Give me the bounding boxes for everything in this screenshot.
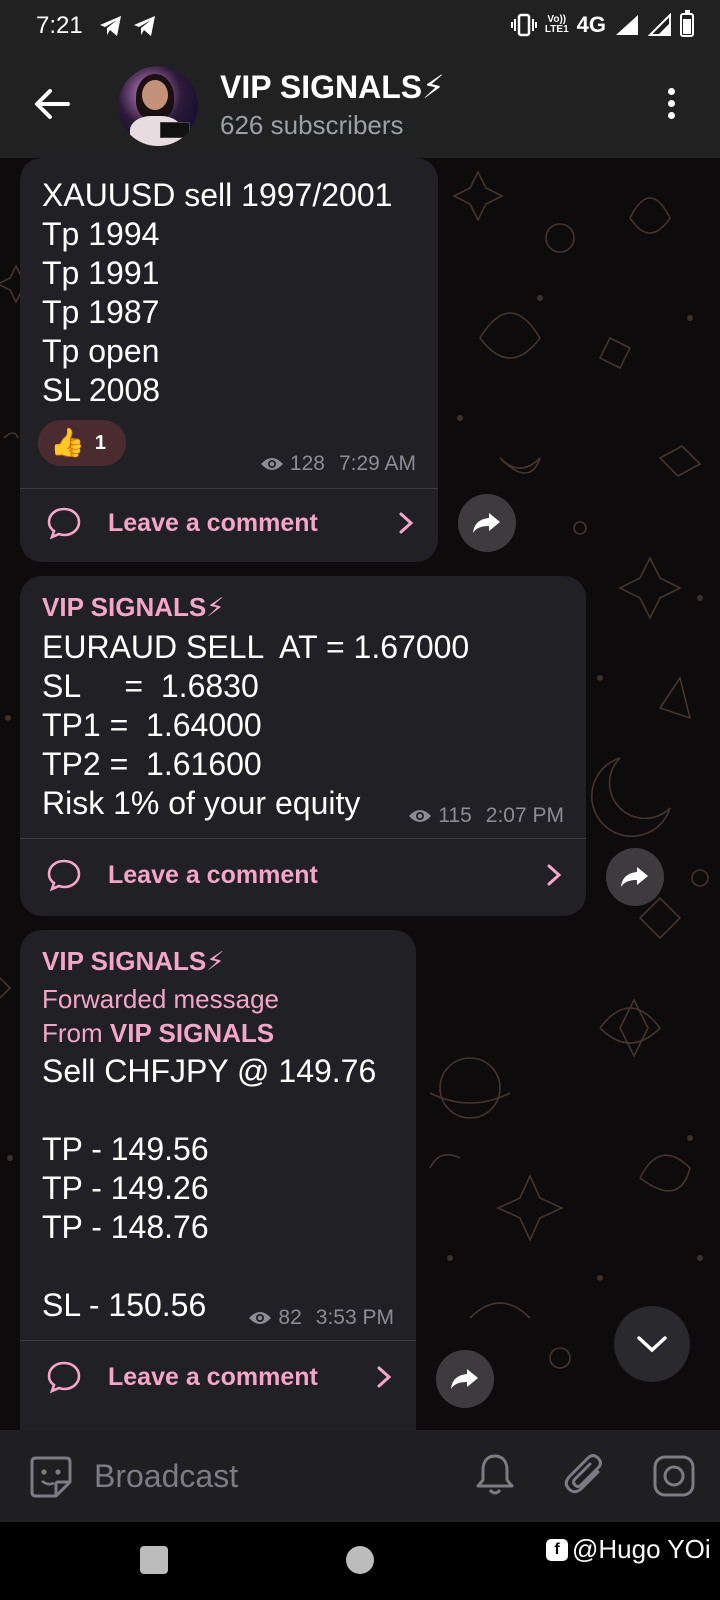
paperclip-icon[interactable] — [562, 1452, 608, 1498]
camera-icon[interactable] — [652, 1454, 696, 1498]
chevron-right-icon — [399, 512, 414, 534]
comment-icon — [47, 859, 81, 892]
forwarded-from[interactable]: From VIP SIGNALS — [42, 1016, 274, 1050]
divider — [20, 488, 438, 489]
home-button[interactable] — [346, 1546, 374, 1574]
chevron-down-icon — [637, 1336, 667, 1353]
back-arrow-icon[interactable] — [30, 82, 74, 126]
telegram-icon — [134, 16, 155, 36]
share-button[interactable] — [606, 848, 664, 906]
message-bubble[interactable]: VIP SIGNALS⚡ Forwarded message From VIP … — [20, 930, 416, 1430]
subscriber-count: 626 subscribers — [220, 110, 404, 140]
message-bubble[interactable]: XAUUSD sell 1997/2001 Tp 1994 Tp 1991 Tp… — [20, 158, 438, 562]
chevron-right-icon — [547, 864, 562, 886]
channel-avatar[interactable] — [118, 66, 198, 146]
share-button[interactable] — [436, 1350, 494, 1408]
comment-icon — [47, 1361, 81, 1394]
divider — [20, 1340, 416, 1341]
message-author: VIP SIGNALS⚡ — [42, 946, 225, 976]
message-meta: 128 7:29 AM — [260, 452, 416, 476]
view-count: 128 — [289, 452, 325, 475]
chat-area[interactable]: XAUUSD sell 1997/2001 Tp 1994 Tp 1991 Tp… — [0, 158, 720, 1430]
comment-icon — [47, 507, 81, 540]
message-text: EURAUD SELL AT = 1.67000 SL = 1.6830 TP1… — [42, 629, 470, 821]
network-type: 4G — [576, 12, 606, 37]
chevron-right-icon — [377, 1366, 392, 1388]
leave-comment-button[interactable]: Leave a comment — [46, 1360, 392, 1394]
message-author: VIP SIGNALS⚡ — [42, 592, 225, 622]
message-meta: 82 3:53 PM — [248, 1306, 394, 1330]
message-text: XAUUSD sell 1997/2001 Tp 1994 Tp 1991 Tp… — [42, 177, 393, 408]
forwarded-from-channel: VIP SIGNALS — [109, 1018, 275, 1048]
view-count: 115 — [438, 804, 472, 827]
views-icon — [260, 458, 283, 470]
status-time: 7:21 — [36, 12, 83, 39]
leave-comment-button[interactable]: Leave a comment — [46, 506, 414, 540]
reaction-chip[interactable]: 👍 1 — [38, 420, 126, 466]
share-button[interactable] — [458, 494, 516, 552]
scroll-down-button[interactable] — [614, 1306, 690, 1382]
watermark-text: @Hugo YOi — [572, 1534, 711, 1564]
recents-button[interactable] — [140, 1546, 168, 1574]
battery-icon — [680, 10, 694, 37]
message-time: 3:53 PM — [315, 1306, 394, 1329]
sticker-icon[interactable] — [28, 1454, 74, 1500]
thumbs-up-icon: 👍 — [50, 427, 85, 458]
share-icon — [473, 513, 500, 533]
views-icon — [249, 1312, 272, 1324]
signal-icon — [616, 15, 638, 35]
leave-comment-button[interactable]: Leave a comment — [46, 858, 562, 892]
volte-icon: Vo)) LTE1 — [544, 14, 569, 35]
reaction-count: 1 — [94, 431, 106, 454]
more-options-icon[interactable] — [668, 88, 676, 122]
views-icon — [409, 810, 432, 822]
bell-icon[interactable] — [474, 1452, 516, 1498]
broadcast-input[interactable]: Broadcast — [94, 1458, 238, 1495]
message-time: 7:29 AM — [338, 452, 416, 475]
channel-title[interactable]: VIP SIGNALS⚡ — [220, 68, 445, 106]
view-count: 82 — [278, 1306, 302, 1329]
message-bubble[interactable]: VIP SIGNALS⚡ EURAUD SELL AT = 1.67000 SL… — [20, 576, 586, 916]
share-icon — [451, 1369, 478, 1389]
system-icons: Vo)) LTE1 4G — [510, 10, 694, 38]
divider — [20, 838, 586, 839]
broadcast-bar: Broadcast — [0, 1430, 720, 1522]
status-bar: 7:21 Vo)) LTE1 4G — [0, 0, 720, 52]
message-time: 2:07 PM — [485, 804, 564, 827]
telegram-icon — [100, 16, 121, 36]
share-icon — [621, 867, 648, 887]
message-text: Sell CHFJPY @ 149.76 TP - 149.56 TP - 14… — [42, 1053, 377, 1323]
signal-icon — [648, 13, 671, 36]
message-meta: 115 2:07 PM — [408, 804, 564, 828]
system-nav-bar: f @Hugo YOi — [0, 1522, 720, 1600]
watermark: f @Hugo YOi — [546, 1534, 711, 1565]
notification-icons — [98, 14, 158, 38]
app-logo-icon: f — [546, 1538, 568, 1561]
chat-header: VIP SIGNALS⚡ 626 subscribers — [0, 52, 720, 158]
vibrate-icon — [510, 13, 537, 37]
forwarded-label: Forwarded message — [42, 984, 279, 1014]
